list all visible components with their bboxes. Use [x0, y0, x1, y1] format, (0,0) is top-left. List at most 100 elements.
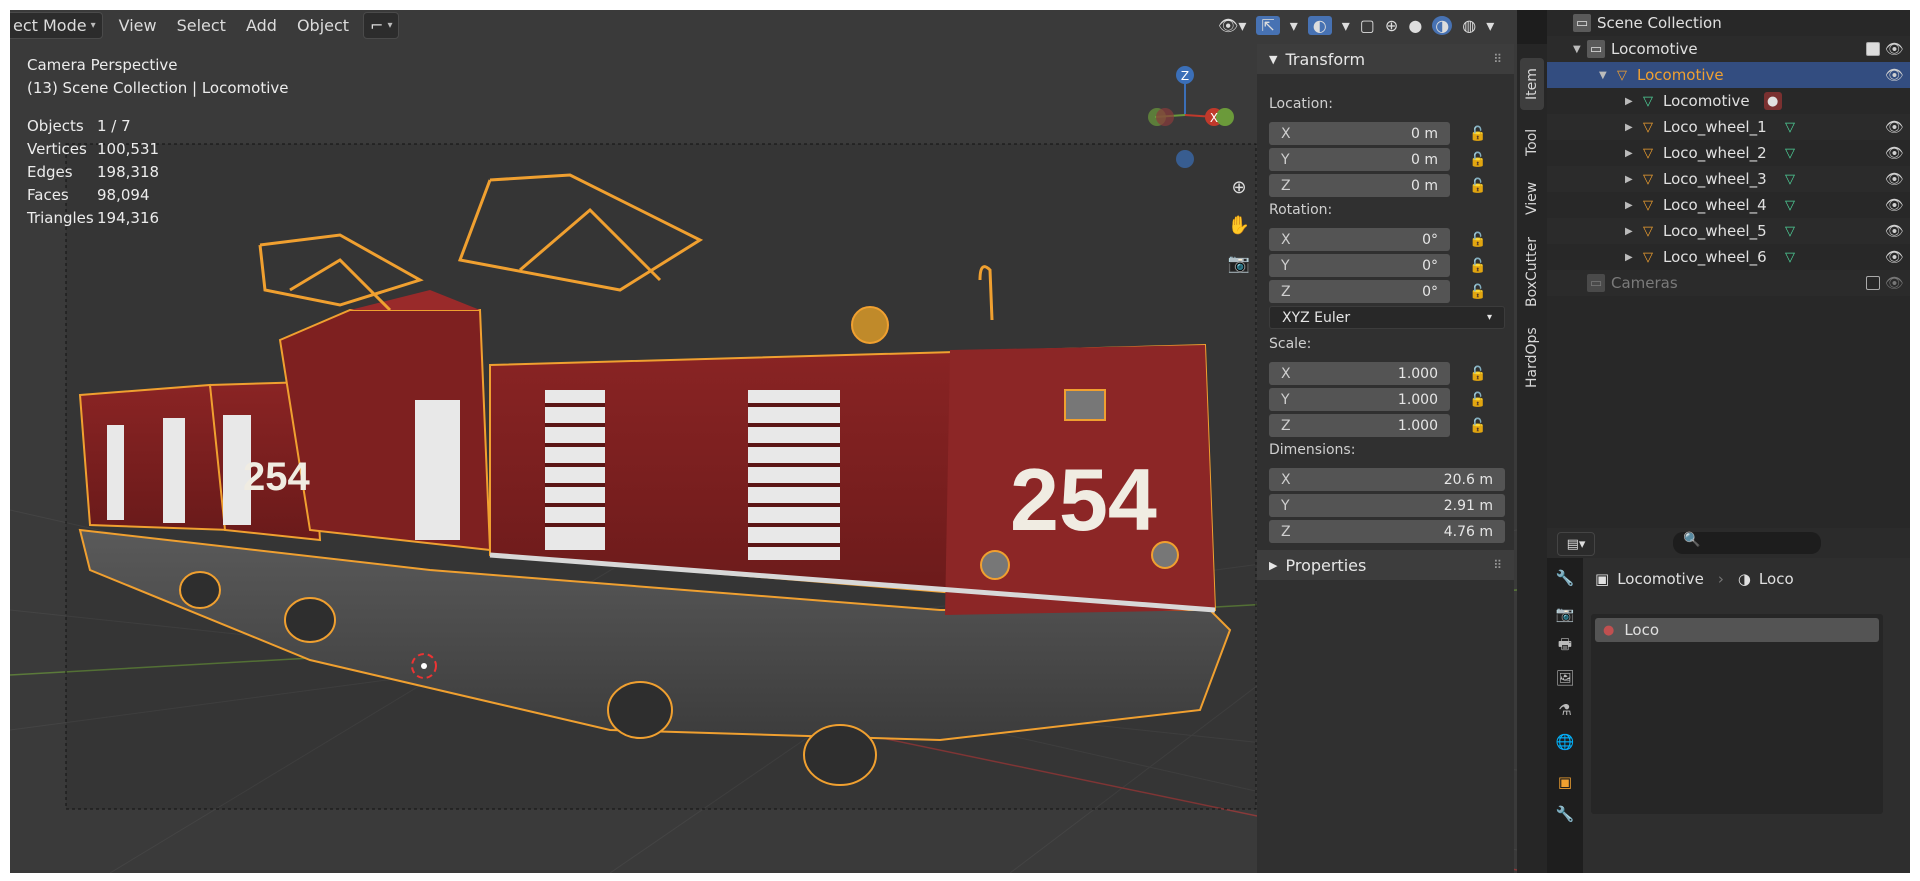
visibility-icon[interactable]: 👁▾ — [1218, 16, 1246, 35]
tab-hardops[interactable]: HardOps — [1520, 320, 1544, 396]
modifier-wrench-icon[interactable]: 🔧 — [1553, 802, 1577, 826]
location-y-field[interactable]: Y 0 m — [1269, 148, 1450, 171]
dimensions-z-field[interactable]: Z 4.76 m — [1269, 520, 1505, 543]
triangle-right-icon[interactable]: ▶ — [1625, 200, 1639, 211]
triangle-right-icon[interactable]: ▶ — [1625, 96, 1639, 107]
tool-icon[interactable]: 🔧 — [1553, 566, 1577, 590]
location-x-field[interactable]: X 0 m — [1269, 122, 1450, 145]
scale-z-field[interactable]: Z 1.000 — [1269, 414, 1450, 437]
rotation-x-field[interactable]: X 0° — [1269, 228, 1450, 251]
eye-icon[interactable]: 👁 — [1885, 196, 1904, 214]
outliner-wheel-6[interactable]: ▶ ▽ Loco_wheel_6 ▽ 👁 — [1547, 244, 1910, 270]
lock-icon[interactable]: 🔓 — [1469, 418, 1491, 434]
tab-boxcutter[interactable]: BoxCutter — [1520, 230, 1544, 314]
menu-view[interactable]: View — [109, 12, 167, 39]
chevron-down-icon[interactable]: ▾ — [1290, 16, 1298, 35]
editor-type-dropdown[interactable]: ▤▾ — [1557, 532, 1595, 556]
drag-handle-icon[interactable]: ⠿ — [1493, 52, 1502, 66]
eye-icon[interactable]: 👁 — [1885, 274, 1904, 292]
properties-panel-header[interactable]: ▶ Properties ⠿ — [1257, 550, 1514, 580]
navigation-gizmo[interactable]: Z X — [1135, 55, 1235, 175]
outliner-collection-locomotive[interactable]: ▼ ▭ Locomotive 👁 — [1547, 36, 1910, 62]
lock-icon[interactable]: 🔓 — [1469, 126, 1491, 142]
camera-view-icon[interactable]: 📷 — [1222, 246, 1256, 280]
menu-add[interactable]: Add — [236, 12, 287, 39]
lock-icon[interactable]: 🔓 — [1469, 392, 1491, 408]
triangle-right-icon[interactable]: ▶ — [1625, 252, 1639, 263]
exclude-checkbox[interactable] — [1866, 276, 1880, 290]
eye-icon[interactable]: 👁 — [1885, 170, 1904, 188]
tab-item[interactable]: Item — [1520, 58, 1544, 110]
overlay-toggle-icon[interactable]: ◐ — [1307, 16, 1332, 35]
triangle-down-icon[interactable]: ▼ — [1599, 70, 1613, 81]
eye-icon[interactable]: 👁 — [1885, 118, 1904, 136]
object-icon: ▣ — [1595, 570, 1610, 588]
outliner-object-locomotive[interactable]: ▼ ▽ Locomotive 👁 — [1547, 62, 1910, 88]
location-z-field[interactable]: Z 0 m — [1269, 174, 1450, 197]
render-icon[interactable]: 📷 — [1553, 602, 1577, 626]
scale-x-field[interactable]: X 1.000 — [1269, 362, 1450, 385]
output-icon[interactable]: 🖶 — [1553, 634, 1577, 658]
gizmo-toggle-icon[interactable]: ⇱ — [1256, 16, 1280, 35]
triangle-right-icon[interactable]: ▶ — [1625, 174, 1639, 185]
rotation-y-field[interactable]: Y 0° — [1269, 254, 1450, 277]
material-slot-item[interactable]: ● Loco — [1595, 618, 1879, 642]
tab-view[interactable]: View — [1520, 172, 1544, 224]
object-properties-icon[interactable]: ▣ — [1553, 770, 1577, 794]
outliner-label: Loco_wheel_3 — [1663, 170, 1767, 188]
wireframe-shading-icon[interactable]: ⊕ — [1385, 16, 1398, 35]
lock-icon[interactable]: 🔓 — [1469, 284, 1491, 300]
drag-handle-icon[interactable]: ⠿ — [1493, 558, 1502, 572]
eye-icon[interactable]: 👁 — [1885, 66, 1904, 84]
rotation-mode-dropdown[interactable]: XYZ Euler ▾ — [1269, 306, 1505, 329]
triangle-right-icon[interactable]: ▶ — [1625, 226, 1639, 237]
mode-dropdown[interactable]: ect Mode ▾ — [10, 11, 103, 39]
lock-icon[interactable]: 🔓 — [1469, 178, 1491, 194]
transform-orientation-dropdown[interactable]: ⌐ ▾ — [363, 11, 400, 39]
dimensions-y-field[interactable]: Y 2.91 m — [1269, 494, 1505, 517]
outliner-wheel-5[interactable]: ▶ ▽ Loco_wheel_5 ▽ 👁 — [1547, 218, 1910, 244]
solid-shading-icon[interactable]: ● — [1408, 16, 1422, 35]
xray-icon[interactable]: ▢ — [1360, 16, 1375, 35]
lock-icon[interactable]: 🔓 — [1469, 258, 1491, 274]
eye-icon[interactable]: 👁 — [1885, 248, 1904, 266]
outliner-wheel-3[interactable]: ▶ ▽ Loco_wheel_3 ▽ 👁 — [1547, 166, 1910, 192]
zoom-icon[interactable]: ⊕ — [1222, 170, 1256, 204]
world-icon[interactable]: 🌐 — [1553, 730, 1577, 754]
material-slot-label: Loco — [1624, 621, 1660, 639]
outliner-label: Loco_wheel_2 — [1663, 144, 1767, 162]
rendered-shading-icon[interactable]: ◍ — [1462, 16, 1476, 35]
transform-panel-header[interactable]: ▼ Transform ⠿ — [1257, 44, 1514, 74]
eye-icon[interactable]: 👁 — [1885, 40, 1904, 58]
rotation-z-field[interactable]: Z 0° — [1269, 280, 1450, 303]
scene-icon[interactable]: ⚗ — [1553, 698, 1577, 722]
tab-tool[interactable]: Tool — [1520, 116, 1544, 168]
menu-object[interactable]: Object — [287, 12, 359, 39]
lock-icon[interactable]: 🔓 — [1469, 366, 1491, 382]
eye-icon[interactable]: 👁 — [1885, 144, 1904, 162]
material-icon[interactable]: ● — [1763, 92, 1782, 110]
triangle-down-icon[interactable]: ▼ — [1573, 44, 1587, 55]
outliner-wheel-2[interactable]: ▶ ▽ Loco_wheel_2 ▽ 👁 — [1547, 140, 1910, 166]
material-shading-icon[interactable]: ◑ — [1432, 16, 1453, 35]
field-value: 0 m — [1411, 177, 1438, 194]
outliner-scene-collection[interactable]: ▭ Scene Collection — [1547, 10, 1910, 36]
triangle-right-icon[interactable]: ▶ — [1625, 148, 1639, 159]
chevron-down-icon[interactable]: ▾ — [1342, 16, 1350, 35]
chevron-down-icon[interactable]: ▾ — [1486, 16, 1494, 35]
exclude-checkbox[interactable] — [1866, 42, 1880, 56]
view-layer-icon[interactable]: 🖼 — [1553, 666, 1577, 690]
properties-search-input[interactable]: 🔍 — [1673, 532, 1821, 554]
menu-select[interactable]: Select — [167, 12, 236, 39]
pan-hand-icon[interactable]: ✋ — [1222, 208, 1256, 242]
outliner-wheel-1[interactable]: ▶ ▽ Loco_wheel_1 ▽ 👁 — [1547, 114, 1910, 140]
lock-icon[interactable]: 🔓 — [1469, 232, 1491, 248]
outliner-collection-cameras[interactable]: ▭ Cameras 👁 — [1547, 270, 1910, 296]
outliner-wheel-4[interactable]: ▶ ▽ Loco_wheel_4 ▽ 👁 — [1547, 192, 1910, 218]
dimensions-x-field[interactable]: X 20.6 m — [1269, 468, 1505, 491]
lock-icon[interactable]: 🔓 — [1469, 152, 1491, 168]
triangle-right-icon[interactable]: ▶ — [1625, 122, 1639, 133]
eye-icon[interactable]: 👁 — [1885, 222, 1904, 240]
outliner-mesh-locomotive[interactable]: ▶ ▽ Locomotive ● — [1547, 88, 1910, 114]
scale-y-field[interactable]: Y 1.000 — [1269, 388, 1450, 411]
